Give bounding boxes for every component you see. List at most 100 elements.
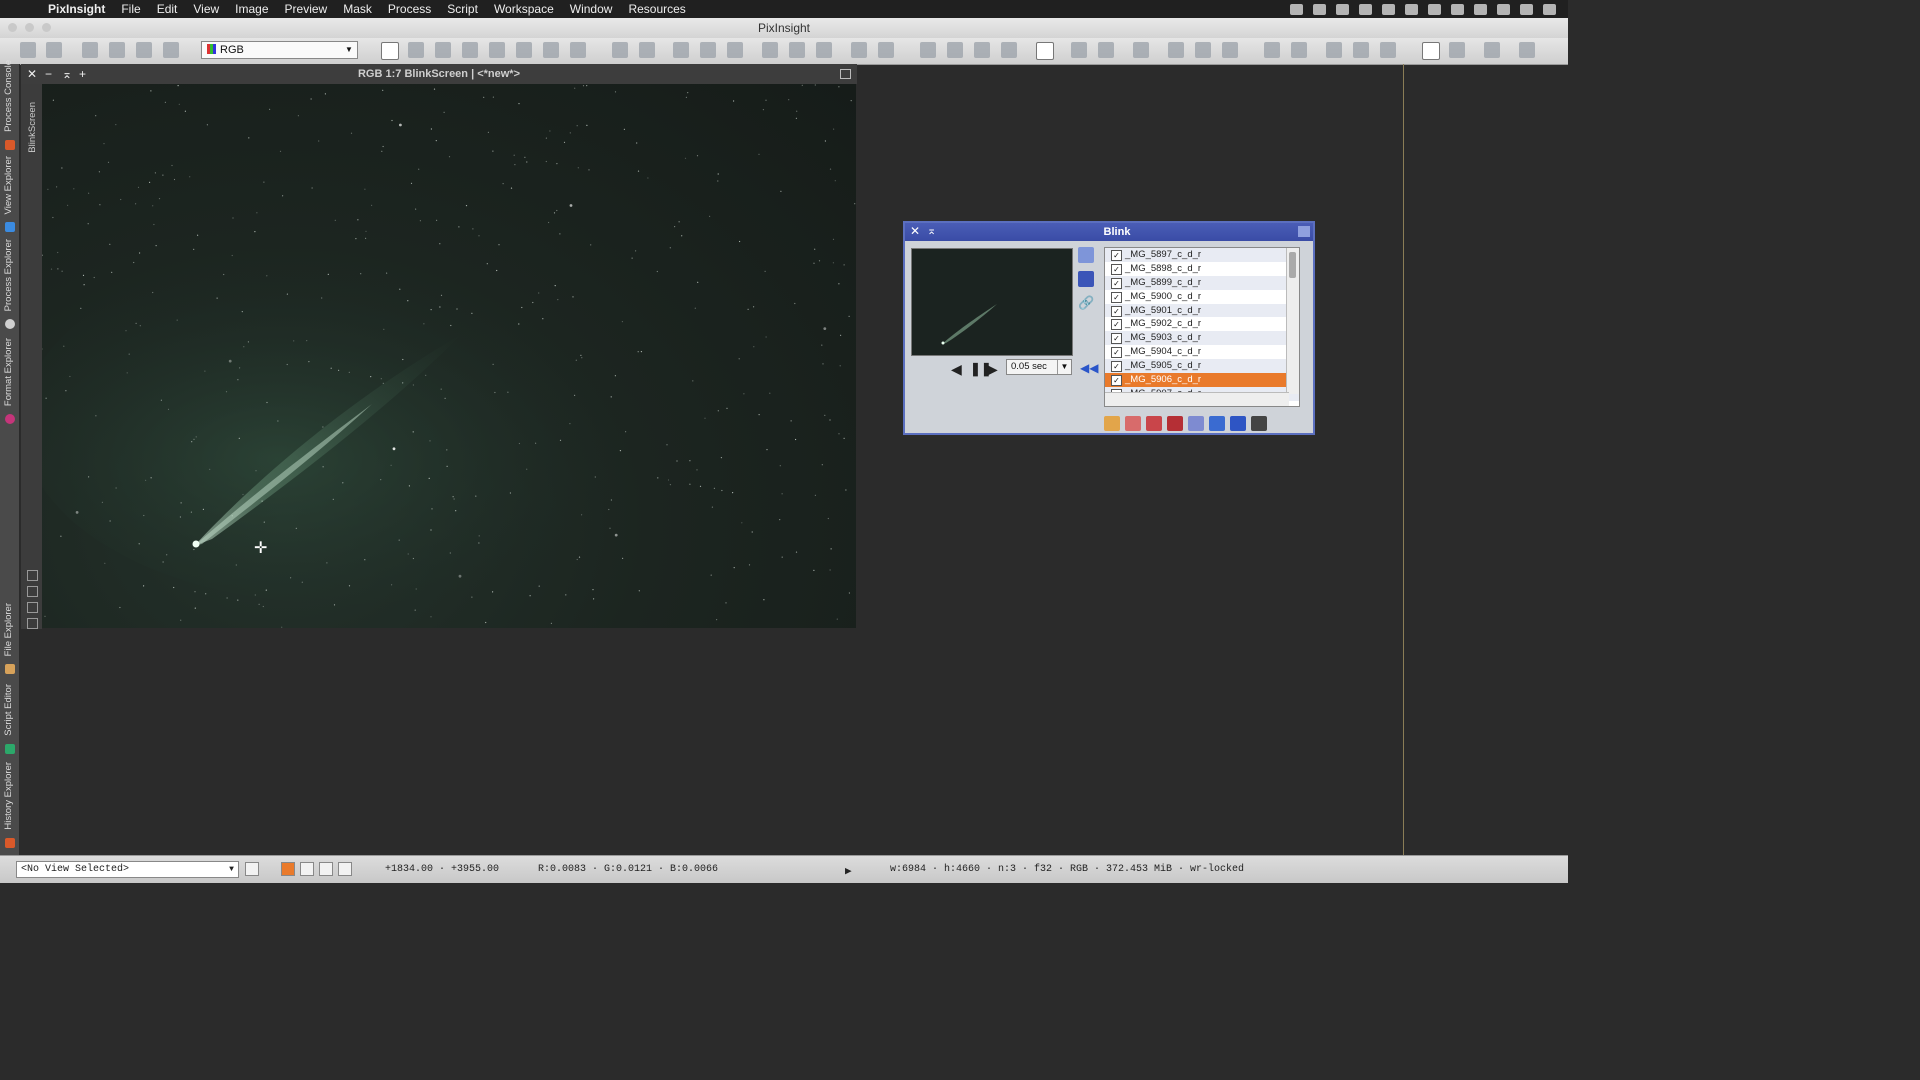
menu-view[interactable]: View [185,2,227,16]
menu-mask[interactable]: Mask [335,2,380,16]
next-image-icon[interactable]: ▶ [987,361,998,378]
previous-image-icon[interactable]: ◀ [951,361,962,378]
pan-mode-icon[interactable] [462,42,478,58]
close-window-button[interactable] [8,23,17,32]
workspace-4-icon[interactable] [1519,42,1535,58]
menu-script[interactable]: Script [439,2,486,16]
list-icon[interactable] [1543,3,1556,15]
tool-a-icon[interactable] [1168,42,1184,58]
crop-icon[interactable] [1209,416,1225,431]
workspace-2-icon[interactable] [1449,42,1465,58]
zoom-fit-icon[interactable] [700,42,716,58]
save-icon[interactable] [1167,416,1183,431]
readout-color-swatch[interactable] [281,862,295,876]
open-icon[interactable] [82,42,98,58]
list-item[interactable]: ✓ _MG_5901_c_d_r [1105,303,1299,318]
tab-format-explorer[interactable]: Format Explorer [0,335,19,428]
zoom-out-mode-icon[interactable] [435,42,451,58]
close-selected-icon[interactable] [1125,416,1141,431]
settings-icon[interactable] [27,618,38,629]
rewind-icon[interactable]: ◀◀ [1080,361,1098,375]
checkbox[interactable]: ✓ [1111,375,1122,387]
scrollbar-thumb[interactable] [1289,252,1296,278]
zoom-window-button[interactable] [42,23,51,32]
undo-icon[interactable] [20,42,36,58]
new-image-icon[interactable] [109,42,125,58]
mask-edit-icon[interactable] [947,42,963,58]
menu-workspace[interactable]: Workspace [486,2,562,16]
readout-swatch-3[interactable] [319,862,333,876]
checkbox[interactable]: ✓ [1111,291,1122,303]
menu-resources[interactable]: Resources [620,2,693,16]
layout-a-icon[interactable] [1264,42,1280,58]
blinkscreen-tab[interactable]: BlinkScreen [27,102,38,153]
list-item[interactable]: ✓ _MG_5906_c_d_r [1105,373,1299,387]
screen-icon[interactable] [136,42,152,58]
list-item[interactable]: ✓ _MG_5900_c_d_r [1105,290,1299,304]
menu-preview[interactable]: Preview [277,2,336,16]
layout-b-icon[interactable] [1291,42,1307,58]
pointer-icon[interactable] [570,42,586,58]
maximize-icon[interactable] [840,69,851,79]
checkbox[interactable]: ✓ [1111,277,1122,289]
view-selector[interactable]: <No View Selected> ▼ [16,861,239,878]
list-item[interactable]: ✓ _MG_5898_c_d_r [1105,262,1299,276]
zoom-1-1-icon[interactable] [673,42,689,58]
stf-auto-icon[interactable] [1098,42,1114,58]
workspace-1-icon[interactable] [1422,42,1440,60]
checkbox[interactable]: ✓ [1111,319,1122,331]
list-item[interactable]: ✓ _MG_5899_c_d_r [1105,275,1299,290]
tab-process-explorer[interactable]: Process Explorer [0,238,19,333]
blink-preview-thumbnail[interactable] [911,248,1073,356]
fit-view-icon[interactable] [762,42,778,58]
wifi-icon[interactable] [1451,3,1464,15]
preview-mode-icon[interactable] [516,42,532,58]
edit-preview-icon[interactable] [543,42,559,58]
center-mode-icon[interactable] [489,42,505,58]
minimize-window-button[interactable] [25,23,34,32]
screenshot-icon[interactable] [1313,3,1326,15]
status-icon[interactable] [1290,3,1303,15]
redo-icon[interactable] [46,42,62,58]
checkbox[interactable]: ✓ [1111,347,1122,359]
menu-file[interactable]: File [113,2,148,16]
close-all-icon[interactable] [1146,416,1162,431]
list-item[interactable]: ✓ _MG_5903_c_d_r [1105,331,1299,346]
list-vertical-scrollbar[interactable] [1286,248,1299,394]
shrink-icon[interactable] [27,570,38,581]
creative-cloud-icon[interactable] [1336,3,1349,15]
volume-icon[interactable] [1474,3,1487,15]
tab-file-explorer[interactable]: File Explorer [0,598,19,678]
blink-file-list[interactable]: ✓ _MG_5897_c_d_r ✓ _MG_5898_c_d_r ✓ _MG_5899_… [1104,247,1300,407]
tab-process-console[interactable]: Process Console [0,60,19,154]
folder-open-icon[interactable] [1104,416,1120,431]
menu-image[interactable]: Image [227,2,276,16]
tab-view-explorer[interactable]: View Explorer [0,156,19,236]
view-toggle-icon[interactable] [245,862,259,876]
rgb-channels-icon[interactable] [163,42,179,58]
play-icon[interactable]: ▶ [845,864,852,878]
image-view-canvas[interactable]: ✛ [42,84,856,628]
bluetooth-icon[interactable] [1428,3,1441,15]
menu-edit[interactable]: Edit [149,2,186,16]
list-item[interactable]: ✓ _MG_5904_c_d_r [1105,345,1299,359]
tab-history-explorer[interactable]: History Explorer [0,760,19,852]
tool-b-icon[interactable] [1195,42,1211,58]
checkbox[interactable]: ✓ [1111,361,1122,373]
drive-icon[interactable] [1382,3,1395,15]
checkbox[interactable]: ✓ [1111,305,1122,317]
fit-window-icon[interactable] [789,42,805,58]
mask-remove-icon[interactable] [1001,42,1017,58]
mask-invert-icon[interactable] [974,42,990,58]
dropbox-icon[interactable] [1359,3,1372,15]
search-icon[interactable] [1520,3,1533,15]
video-icon[interactable] [1251,416,1267,431]
time-machine-icon[interactable] [1405,3,1418,15]
histogram-icon[interactable] [1078,247,1094,263]
stf-reset-icon[interactable] [1133,42,1149,58]
zoom-out-icon[interactable] [639,42,655,58]
readout-swatch-4[interactable] [338,862,352,876]
zoom-mode-icon[interactable] [408,42,424,58]
blink-speed-select[interactable]: 0.05 sec ▼ [1006,359,1072,375]
readout-swatch-2[interactable] [300,862,314,876]
